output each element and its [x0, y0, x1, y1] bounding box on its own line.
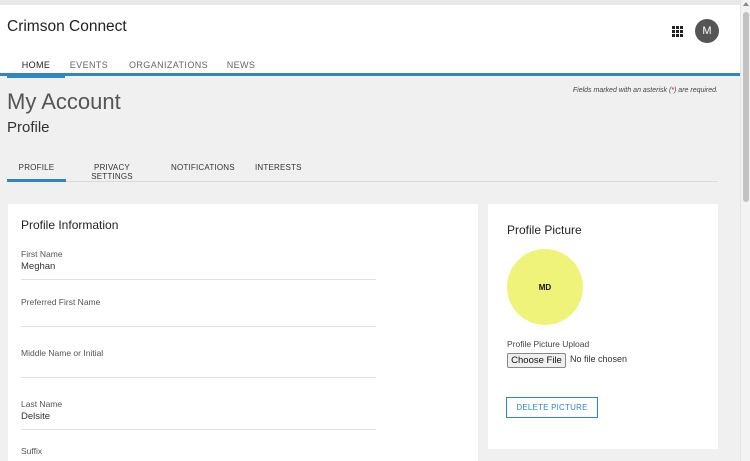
profile-picture-card: Profile Picture MD Profile Picture Uploa…	[488, 204, 718, 449]
user-avatar[interactable]: M	[695, 19, 719, 43]
nav-events[interactable]: EVENTS	[69, 56, 109, 78]
apps-grid-icon[interactable]	[672, 26, 683, 37]
page-title: My Account	[7, 89, 121, 114]
last-name-field[interactable]: Last Name Delsite	[21, 399, 376, 430]
nav-home[interactable]: HOME	[7, 56, 65, 78]
preferred-first-name-field[interactable]: Preferred First Name	[21, 297, 376, 327]
suffix-field[interactable]: Suffix	[21, 446, 376, 461]
tab-interests[interactable]: INTERESTS	[255, 158, 302, 182]
first-name-value[interactable]: Meghan	[21, 261, 376, 273]
page-scrollbar[interactable]	[740, 0, 750, 461]
choose-file-button[interactable]: Choose File	[507, 353, 566, 368]
scrollbar-thumb[interactable]	[743, 12, 749, 202]
profile-picture-avatar: MD	[507, 249, 583, 325]
scroll-up-icon[interactable]	[743, 2, 749, 6]
profile-information-title: Profile Information	[21, 218, 119, 232]
middle-name-label: Middle Name or Initial	[21, 348, 104, 358]
middle-name-value[interactable]	[21, 360, 376, 372]
nav-organizations[interactable]: ORGANIZATIONS	[129, 56, 208, 78]
account-tabs: PROFILE PRIVACY SETTINGS NOTIFICATIONS I…	[7, 158, 718, 182]
preferred-first-name-value[interactable]	[21, 309, 376, 321]
profile-information-card: Profile Information First Name Meghan Pr…	[8, 204, 478, 461]
required-note-text: Fields marked with an asterisk (	[572, 87, 672, 94]
required-note-text-end: ) are required.	[674, 87, 718, 94]
delete-picture-button[interactable]: DELETE PICTURE	[506, 397, 598, 418]
profile-picture-title: Profile Picture	[507, 223, 582, 237]
app-title[interactable]: Crimson Connect	[7, 18, 127, 36]
page-subtitle: Profile	[7, 119, 50, 136]
required-fields-note: Fields marked with an asterisk (*) are r…	[500, 87, 718, 94]
middle-name-field[interactable]: Middle Name or Initial	[21, 348, 376, 378]
upload-label: Profile Picture Upload	[507, 339, 590, 349]
tab-privacy-settings[interactable]: PRIVACY SETTINGS	[77, 158, 147, 182]
last-name-label: Last Name	[21, 399, 63, 409]
suffix-label: Suffix	[21, 446, 43, 456]
last-name-value[interactable]: Delsite	[21, 411, 376, 423]
tab-notifications[interactable]: NOTIFICATIONS	[171, 158, 235, 182]
tab-profile[interactable]: PROFILE	[7, 158, 66, 182]
file-status: No file chosen	[570, 354, 628, 364]
first-name-field[interactable]: First Name Meghan	[21, 249, 376, 280]
first-name-label: First Name	[21, 249, 63, 259]
nav-news[interactable]: NEWS	[224, 56, 258, 78]
top-bar: Crimson Connect M HOME EVENTS ORGANIZATI…	[0, 0, 740, 78]
preferred-first-name-label: Preferred First Name	[21, 297, 101, 307]
